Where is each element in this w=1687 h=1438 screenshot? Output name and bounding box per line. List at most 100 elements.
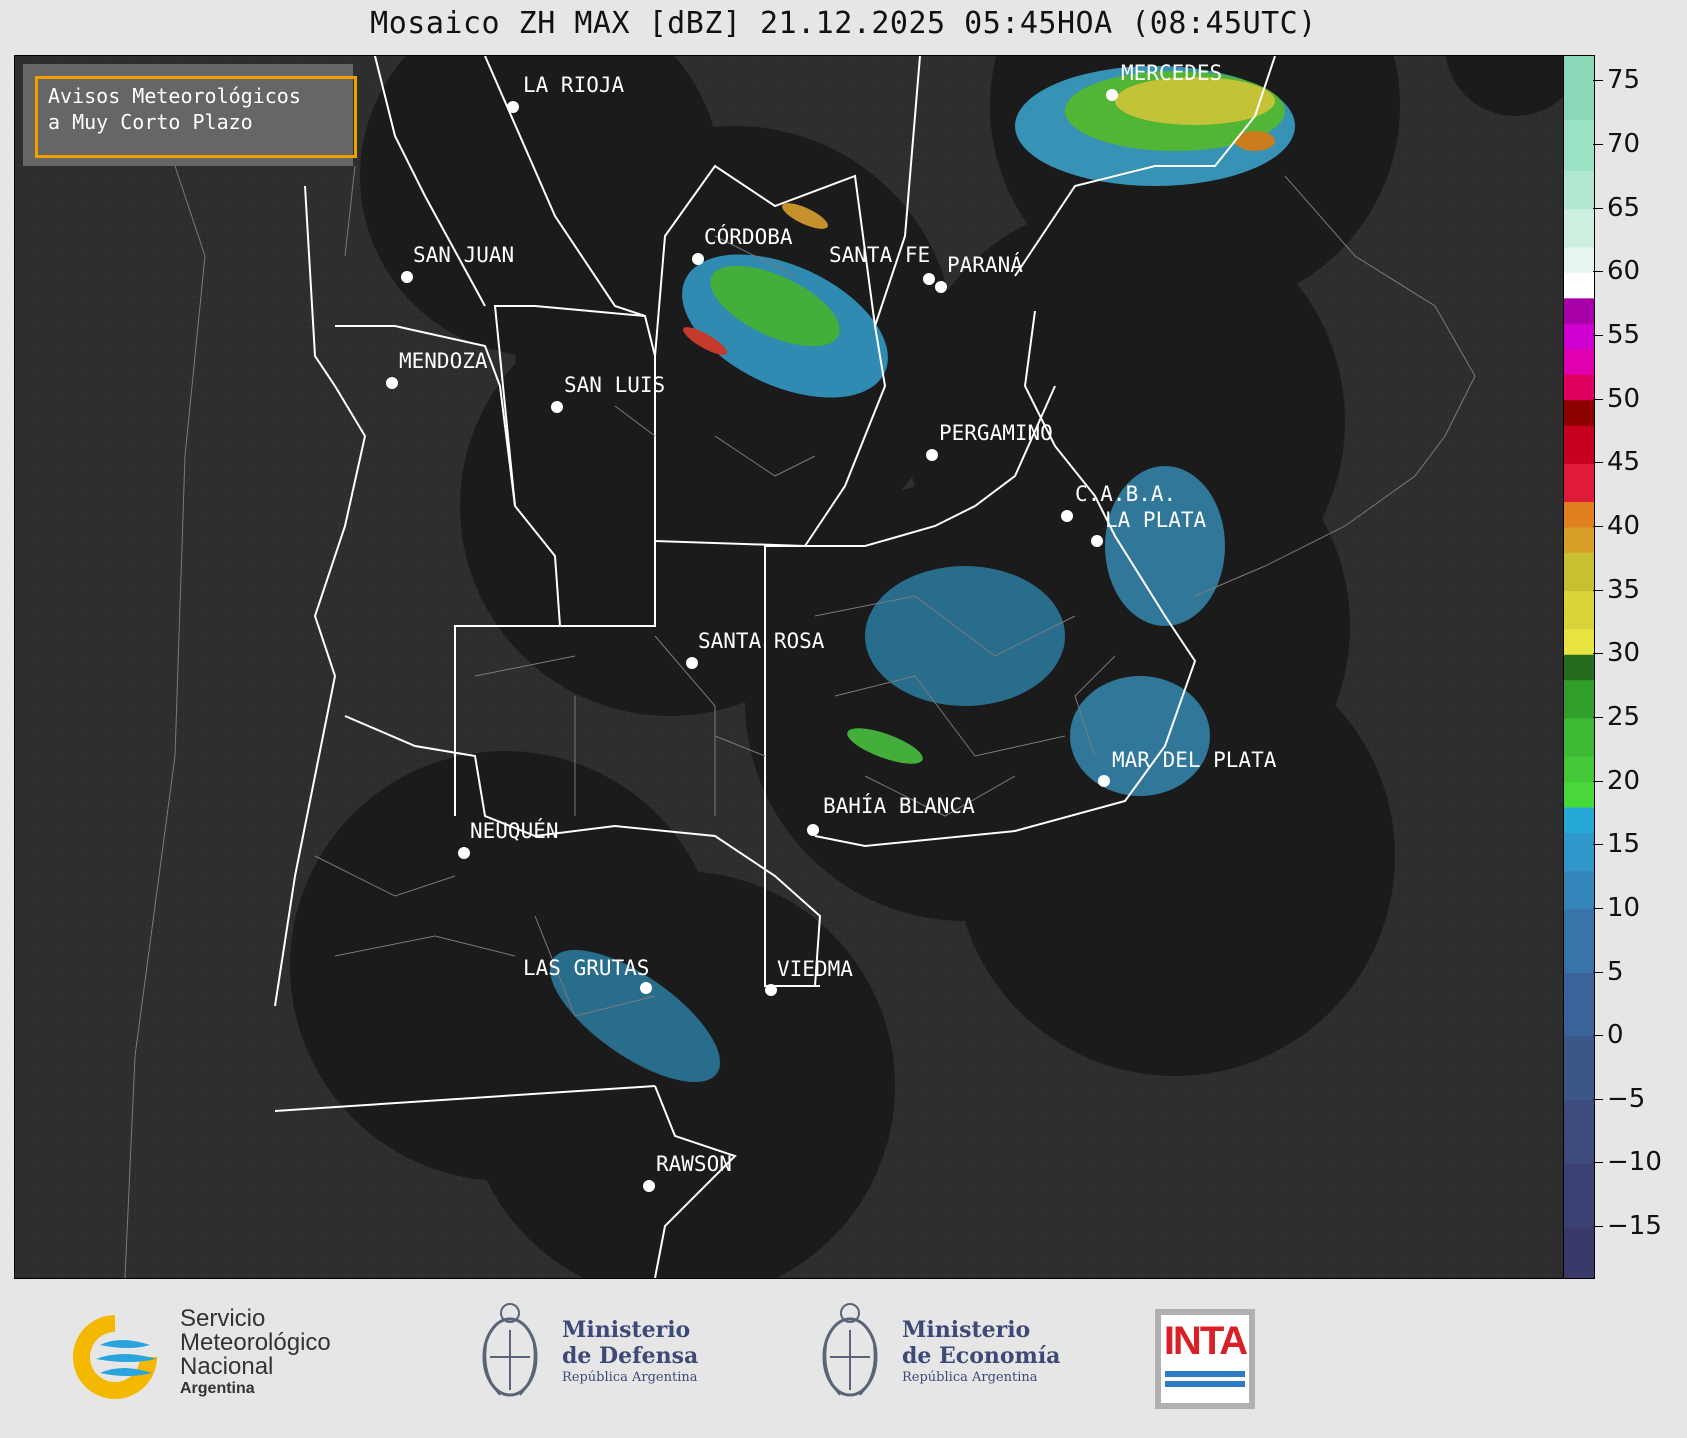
colorbar-band xyxy=(1564,908,1594,973)
notice-line1: Avisos Meteorológicos xyxy=(48,84,301,108)
colorbar-band xyxy=(1564,246,1594,273)
colorbar-tick xyxy=(1593,1226,1603,1228)
city-marker-icon[interactable] xyxy=(765,984,777,996)
colorbar-band xyxy=(1564,870,1594,910)
economia-logo[interactable]: Ministerio de Economía República Argenti… xyxy=(820,1295,1070,1415)
colorbar-tick xyxy=(1593,1098,1603,1100)
colorbar-tick-label: −15 xyxy=(1607,1211,1662,1242)
city-label: NEUQUÉN xyxy=(470,818,559,843)
colorbar-tick xyxy=(1593,971,1603,973)
colorbar-band xyxy=(1564,526,1594,553)
city-marker-icon[interactable] xyxy=(1106,89,1118,101)
colorbar-ticks: 75 70 65 60 55 50 45 40 35 30 25 20 15 10 5 0 −5 −10 −15 xyxy=(1593,55,1687,1277)
notice-line2: a Muy Corto Plazo xyxy=(48,110,253,134)
city-label: MAR DEL PLATA xyxy=(1112,748,1277,772)
city-marker-icon[interactable] xyxy=(926,449,938,461)
colorbar-band xyxy=(1564,501,1594,528)
city-marker-icon[interactable] xyxy=(1091,535,1103,547)
chart-title: Mosaico ZH MAX [dBZ] 21.12.2025 05:45HOA… xyxy=(370,6,1317,41)
city-marker-icon[interactable] xyxy=(807,824,819,836)
city-marker-icon[interactable] xyxy=(640,982,652,994)
city-label: MERCEDES xyxy=(1121,61,1222,85)
colorbar-tick xyxy=(1593,844,1603,846)
notice-box: Avisos Meteorológicos a Muy Corto Plazo xyxy=(35,76,357,158)
colorbar-tick-label: 50 xyxy=(1607,383,1641,414)
inta-logo[interactable]: INTA xyxy=(1155,1309,1255,1409)
colorbar-tick-label: 45 xyxy=(1607,447,1641,478)
city-marker-icon[interactable] xyxy=(643,1180,655,1192)
city-marker-icon[interactable] xyxy=(401,271,413,283)
smn-line1: Servicio xyxy=(180,1305,266,1332)
smn-logo[interactable]: Servicio Meteorológico Nacional Argentin… xyxy=(60,1307,390,1407)
city-label: RAWSON xyxy=(656,1152,732,1176)
colorbar xyxy=(1563,55,1595,1279)
city-label: LA RIOJA xyxy=(523,73,625,97)
colorbar-tick-label: 35 xyxy=(1607,574,1641,605)
economia-line3: República Argentina xyxy=(902,1370,1038,1385)
logo-strip: Servicio Meteorológico Nacional Argentin… xyxy=(0,1285,1687,1438)
city-marker-icon[interactable] xyxy=(692,253,704,265)
colorbar-tick xyxy=(1593,80,1603,82)
colorbar-tick-label: 25 xyxy=(1607,701,1641,732)
colorbar-band xyxy=(1564,1227,1594,1279)
colorbar-tick-label: 10 xyxy=(1607,892,1641,923)
colorbar-band xyxy=(1564,756,1594,783)
city-marker-icon[interactable] xyxy=(1098,775,1110,787)
colorbar-tick-label: 0 xyxy=(1607,1020,1624,1051)
colorbar-tick-label: −10 xyxy=(1607,1147,1662,1178)
colorbar-tick-label: 70 xyxy=(1607,129,1641,160)
smn-line2: Meteorológico xyxy=(180,1329,331,1356)
colorbar-tick-label: 20 xyxy=(1607,765,1641,796)
city-label: VIEDMA xyxy=(777,957,853,981)
city-marker-icon[interactable] xyxy=(507,101,519,113)
city-label: SANTA ROSA xyxy=(698,629,825,653)
colorbar-tick xyxy=(1593,1035,1603,1037)
city-marker-icon[interactable] xyxy=(923,273,935,285)
defensa-line3: República Argentina xyxy=(562,1370,698,1385)
colorbar-tick xyxy=(1593,907,1603,909)
colorbar-tick-label: −5 xyxy=(1607,1083,1646,1114)
city-marker-icon[interactable] xyxy=(935,281,947,293)
colorbar-tick-label: 60 xyxy=(1607,256,1641,287)
city-label: LAS GRUTAS xyxy=(523,956,649,980)
defensa-logo[interactable]: Ministerio de Defensa República Argentin… xyxy=(480,1295,720,1415)
colorbar-band xyxy=(1564,628,1594,655)
city-marker-icon[interactable] xyxy=(458,847,470,859)
colorbar-tick xyxy=(1593,716,1603,718)
colorbar-band xyxy=(1564,348,1594,375)
city-marker-icon[interactable] xyxy=(686,657,698,669)
colorbar-band xyxy=(1564,1099,1594,1164)
city-marker-icon[interactable] xyxy=(386,377,398,389)
colorbar-tick xyxy=(1593,462,1603,464)
colorbar-tick xyxy=(1593,525,1603,527)
city-marker-icon[interactable] xyxy=(1061,510,1073,522)
colorbar-band xyxy=(1564,807,1594,833)
colorbar-tick xyxy=(1593,1162,1603,1164)
colorbar-band xyxy=(1564,297,1594,324)
colorbar-band xyxy=(1564,56,1594,121)
colorbar-band xyxy=(1564,208,1594,248)
colorbar-band xyxy=(1564,463,1594,503)
defensa-line2: de Defensa xyxy=(562,1343,699,1369)
colorbar-tick xyxy=(1593,653,1603,655)
colorbar-band xyxy=(1564,1163,1594,1228)
radar-map[interactable]: LA RIOJA SAN JUAN CÓRDOBA SANTA FE PARANÁ MEN… xyxy=(14,55,1565,1279)
smn-line4: Argentina xyxy=(180,1380,255,1397)
economia-line1: Ministerio xyxy=(902,1317,1031,1343)
city-marker-icon[interactable] xyxy=(551,401,563,413)
colorbar-band xyxy=(1564,654,1594,681)
colorbar-tick xyxy=(1593,271,1603,273)
colorbar-tick xyxy=(1593,207,1603,209)
colorbar-band xyxy=(1564,972,1594,1037)
colorbar-gradient xyxy=(1564,56,1594,1279)
colorbar-tick xyxy=(1593,780,1603,782)
colorbar-band xyxy=(1564,170,1594,210)
city-label: PARANÁ xyxy=(947,252,1023,277)
colorbar-band xyxy=(1564,679,1594,719)
inta-text: INTA xyxy=(1163,1319,1248,1363)
colorbar-band xyxy=(1564,1036,1594,1101)
colorbar-tick xyxy=(1593,335,1603,337)
colorbar-tick-label: 55 xyxy=(1607,320,1641,351)
colorbar-band xyxy=(1564,590,1594,630)
city-label: SANTA FE xyxy=(829,243,930,267)
